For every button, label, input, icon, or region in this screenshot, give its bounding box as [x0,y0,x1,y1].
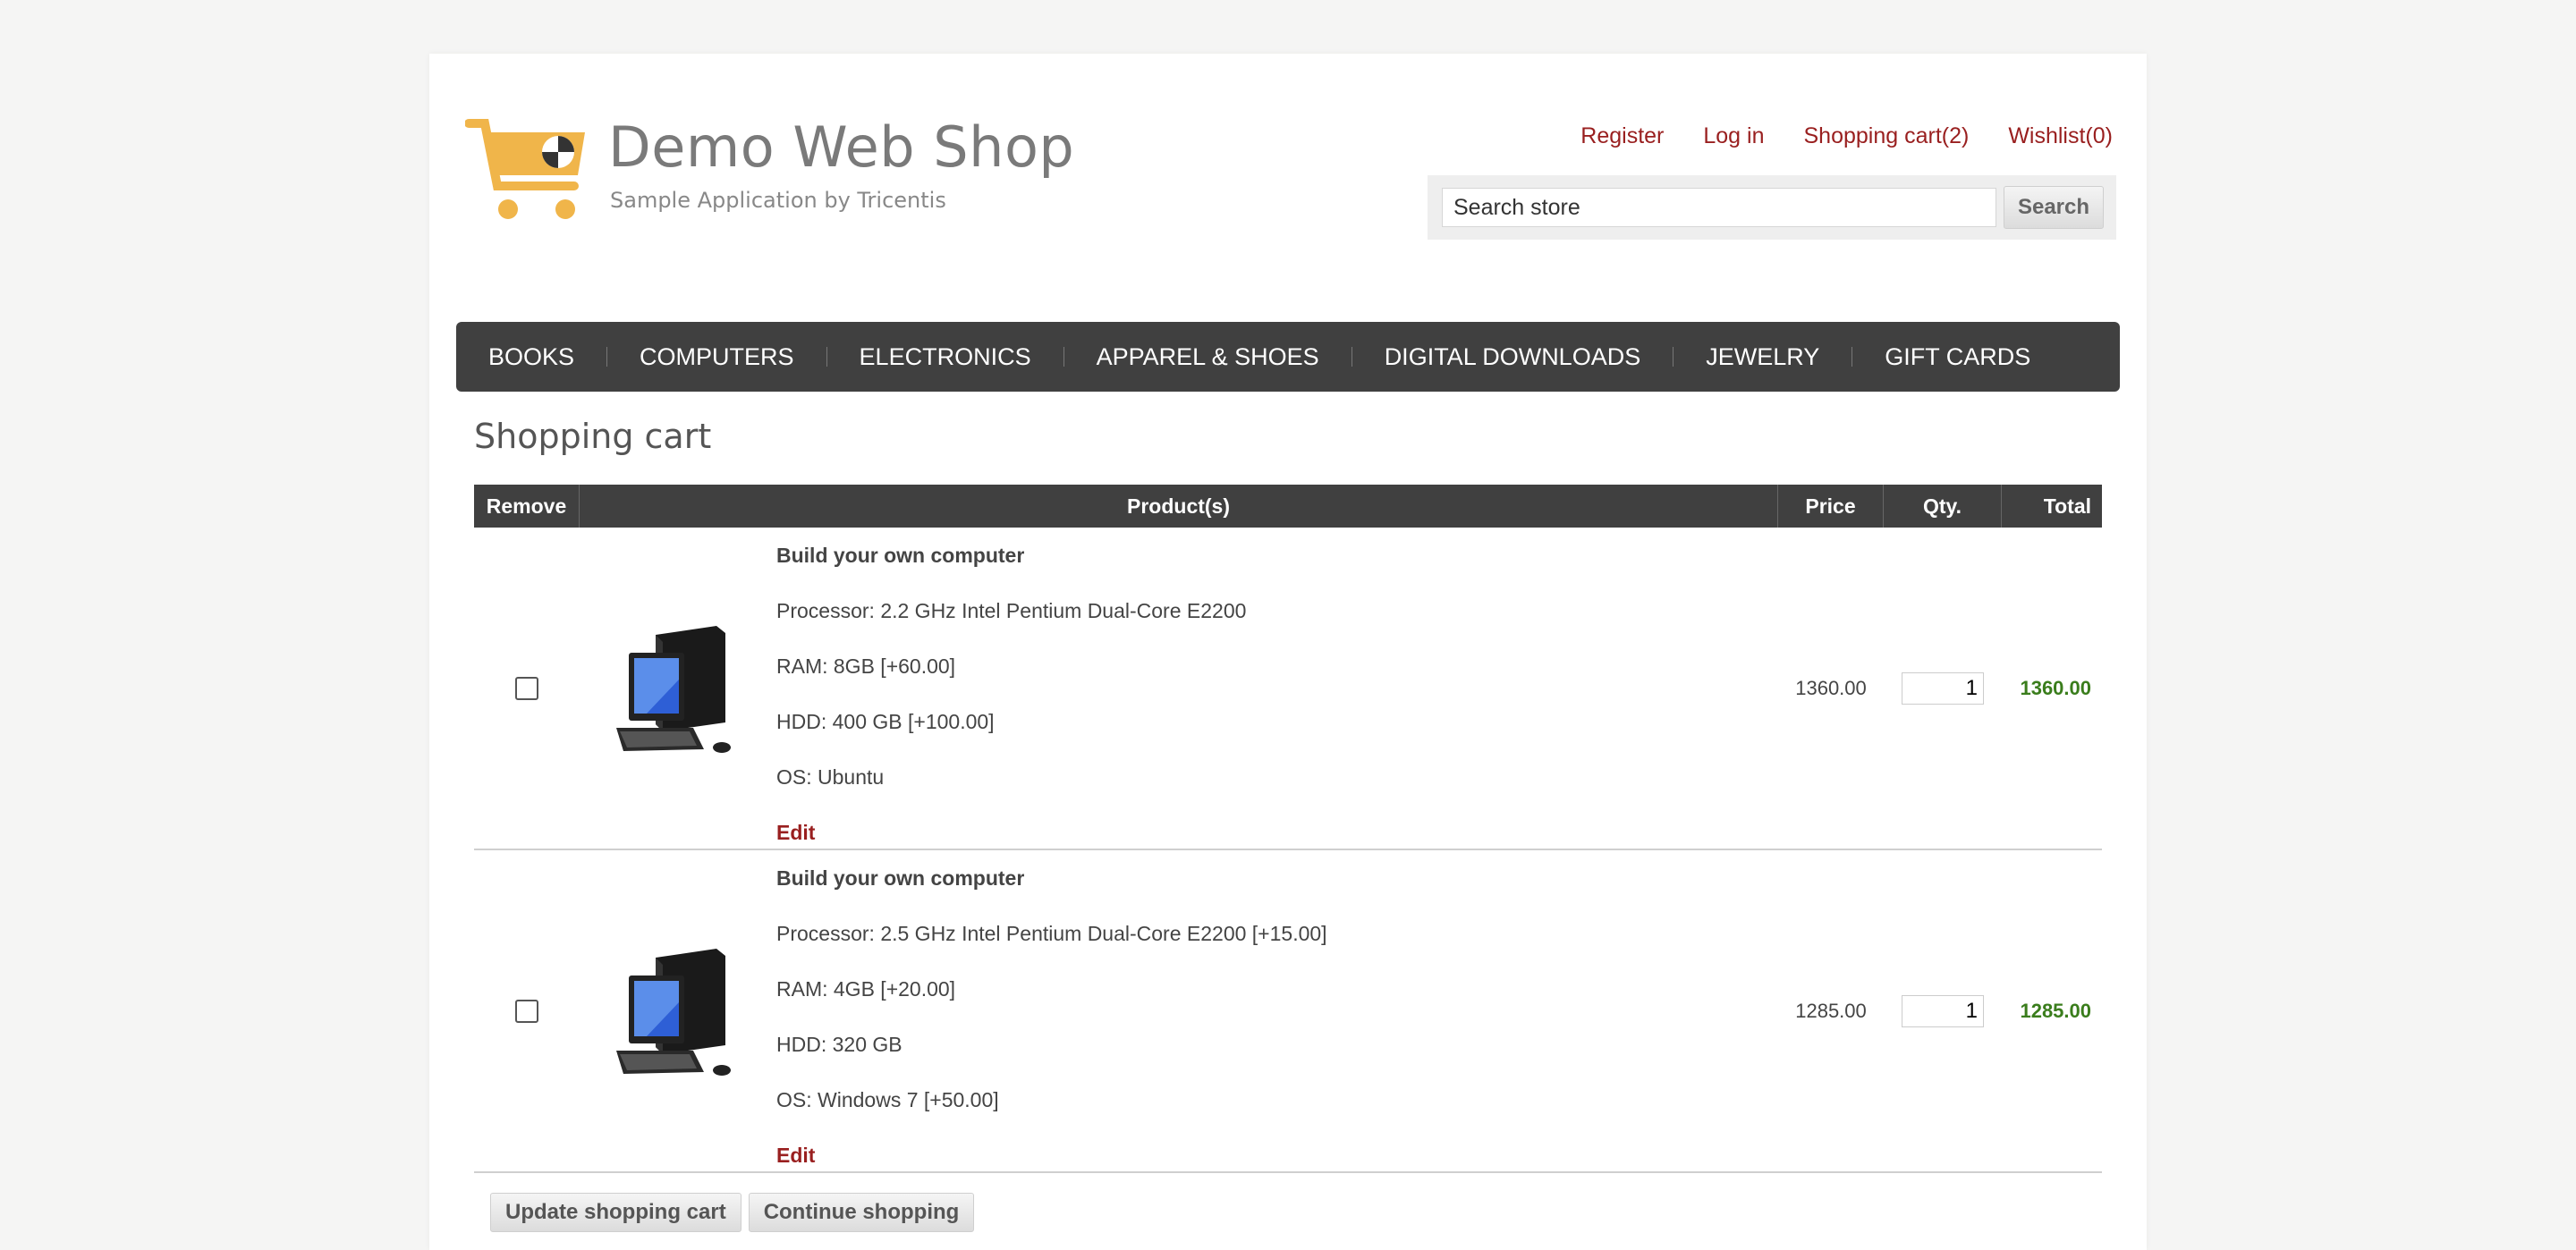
logo[interactable]: Demo Web Shop Sample Application by Tric… [465,114,1074,295]
product-picture[interactable] [580,850,776,1171]
product-details: Build your own computer Processor: 2.5 G… [776,850,1778,1171]
search-button[interactable]: Search [2004,186,2104,229]
nav-apparel-shoes[interactable]: APPAREL & SHOES [1097,343,1319,371]
header-products: Product(s) [580,485,1778,528]
update-cart-button[interactable]: Update shopping cart [490,1193,741,1232]
product-details: Build your own computer Processor: 2.2 G… [776,528,1778,849]
quantity-input[interactable] [1902,994,1984,1027]
header-total: Total [2043,494,2091,518]
header-remove: Remove [474,485,580,528]
product-attribute: RAM: 8GB [+60.00] [776,655,956,678]
continue-shopping-button[interactable]: Continue shopping [748,1193,975,1232]
computer-image-icon [616,948,731,1076]
product-attribute: HDD: 400 GB [+100.00] [776,710,995,733]
table-row: Build your own computer Processor: 2.5 G… [474,850,2102,1173]
unit-price: 1360.00 [1795,676,1867,699]
product-picture[interactable] [580,528,776,849]
subtotal: 1285.00 [2020,999,2091,1022]
remove-cell [474,528,580,849]
edit-link[interactable]: Edit [776,1144,1778,1168]
register-link[interactable]: Register [1580,123,1664,149]
shopping-cart-logo-icon [465,119,585,219]
nav-separator [606,347,608,367]
cart-table-header: Remove Product(s) Price Qty. Total [474,485,2102,528]
qty-cell [1884,850,2002,1171]
cart-actions: Update shopping cart Continue shopping [490,1193,975,1232]
header-qty: Qty. [1884,485,2002,528]
table-row: Build your own computer Processor: 2.2 G… [474,528,2102,850]
nav-separator [1063,347,1064,367]
login-link[interactable]: Log in [1703,123,1764,149]
nav-separator [1673,347,1674,367]
nav-computers[interactable]: COMPUTERS [640,343,794,371]
search-input[interactable] [1442,188,1996,227]
top-menu: BOOKS COMPUTERS ELECTRONICS APPAREL & SH… [456,322,2120,392]
nav-electronics[interactable]: ELECTRONICS [860,343,1031,371]
cart-table: Remove Product(s) Price Qty. Total Build… [474,485,2102,1173]
product-attribute: OS: Ubuntu [776,765,885,789]
product-attribute: Processor: 2.5 GHz Intel Pentium Dual-Co… [776,922,1327,945]
nav-jewelry[interactable]: JEWELRY [1706,343,1819,371]
product-attribute: RAM: 4GB [+20.00] [776,977,956,1001]
logo-title: Demo Web Shop [608,114,1075,180]
product-attribute: OS: Windows 7 [+50.00] [776,1088,999,1111]
qty-cell [1884,528,2002,849]
quantity-input[interactable] [1902,671,1984,705]
nav-digital-downloads[interactable]: DIGITAL DOWNLOADS [1385,343,1641,371]
product-attribute: HDD: 320 GB [776,1033,902,1056]
subtotal: 1360.00 [2020,676,2091,699]
product-name-link[interactable]: Build your own computer [776,544,1778,568]
remove-cell [474,850,580,1171]
shopping-cart-link[interactable]: Shopping cart(2) [1804,123,1970,149]
nav-gift-cards[interactable]: GIFT CARDS [1885,343,2030,371]
header-price: Price [1778,485,1884,528]
unit-price: 1285.00 [1795,999,1867,1022]
product-attribute: Processor: 2.2 GHz Intel Pentium Dual-Co… [776,599,1247,622]
edit-link[interactable]: Edit [776,821,1778,845]
nav-books[interactable]: BOOKS [488,343,574,371]
logo-subtitle: Sample Application by Tricentis [610,188,946,213]
remove-checkbox[interactable] [515,676,538,700]
header-links: Register Log in Shopping cart(2) Wishlis… [1580,123,2113,149]
product-name-link[interactable]: Build your own computer [776,866,1778,891]
wishlist-link[interactable]: Wishlist(0) [2008,123,2113,149]
computer-image-icon [616,625,731,753]
nav-separator [826,347,827,367]
page-title: Shopping cart [474,417,712,456]
page-container: Demo Web Shop Sample Application by Tric… [429,54,2147,1250]
remove-checkbox[interactable] [515,999,538,1023]
search-box: Search [1428,175,2116,240]
